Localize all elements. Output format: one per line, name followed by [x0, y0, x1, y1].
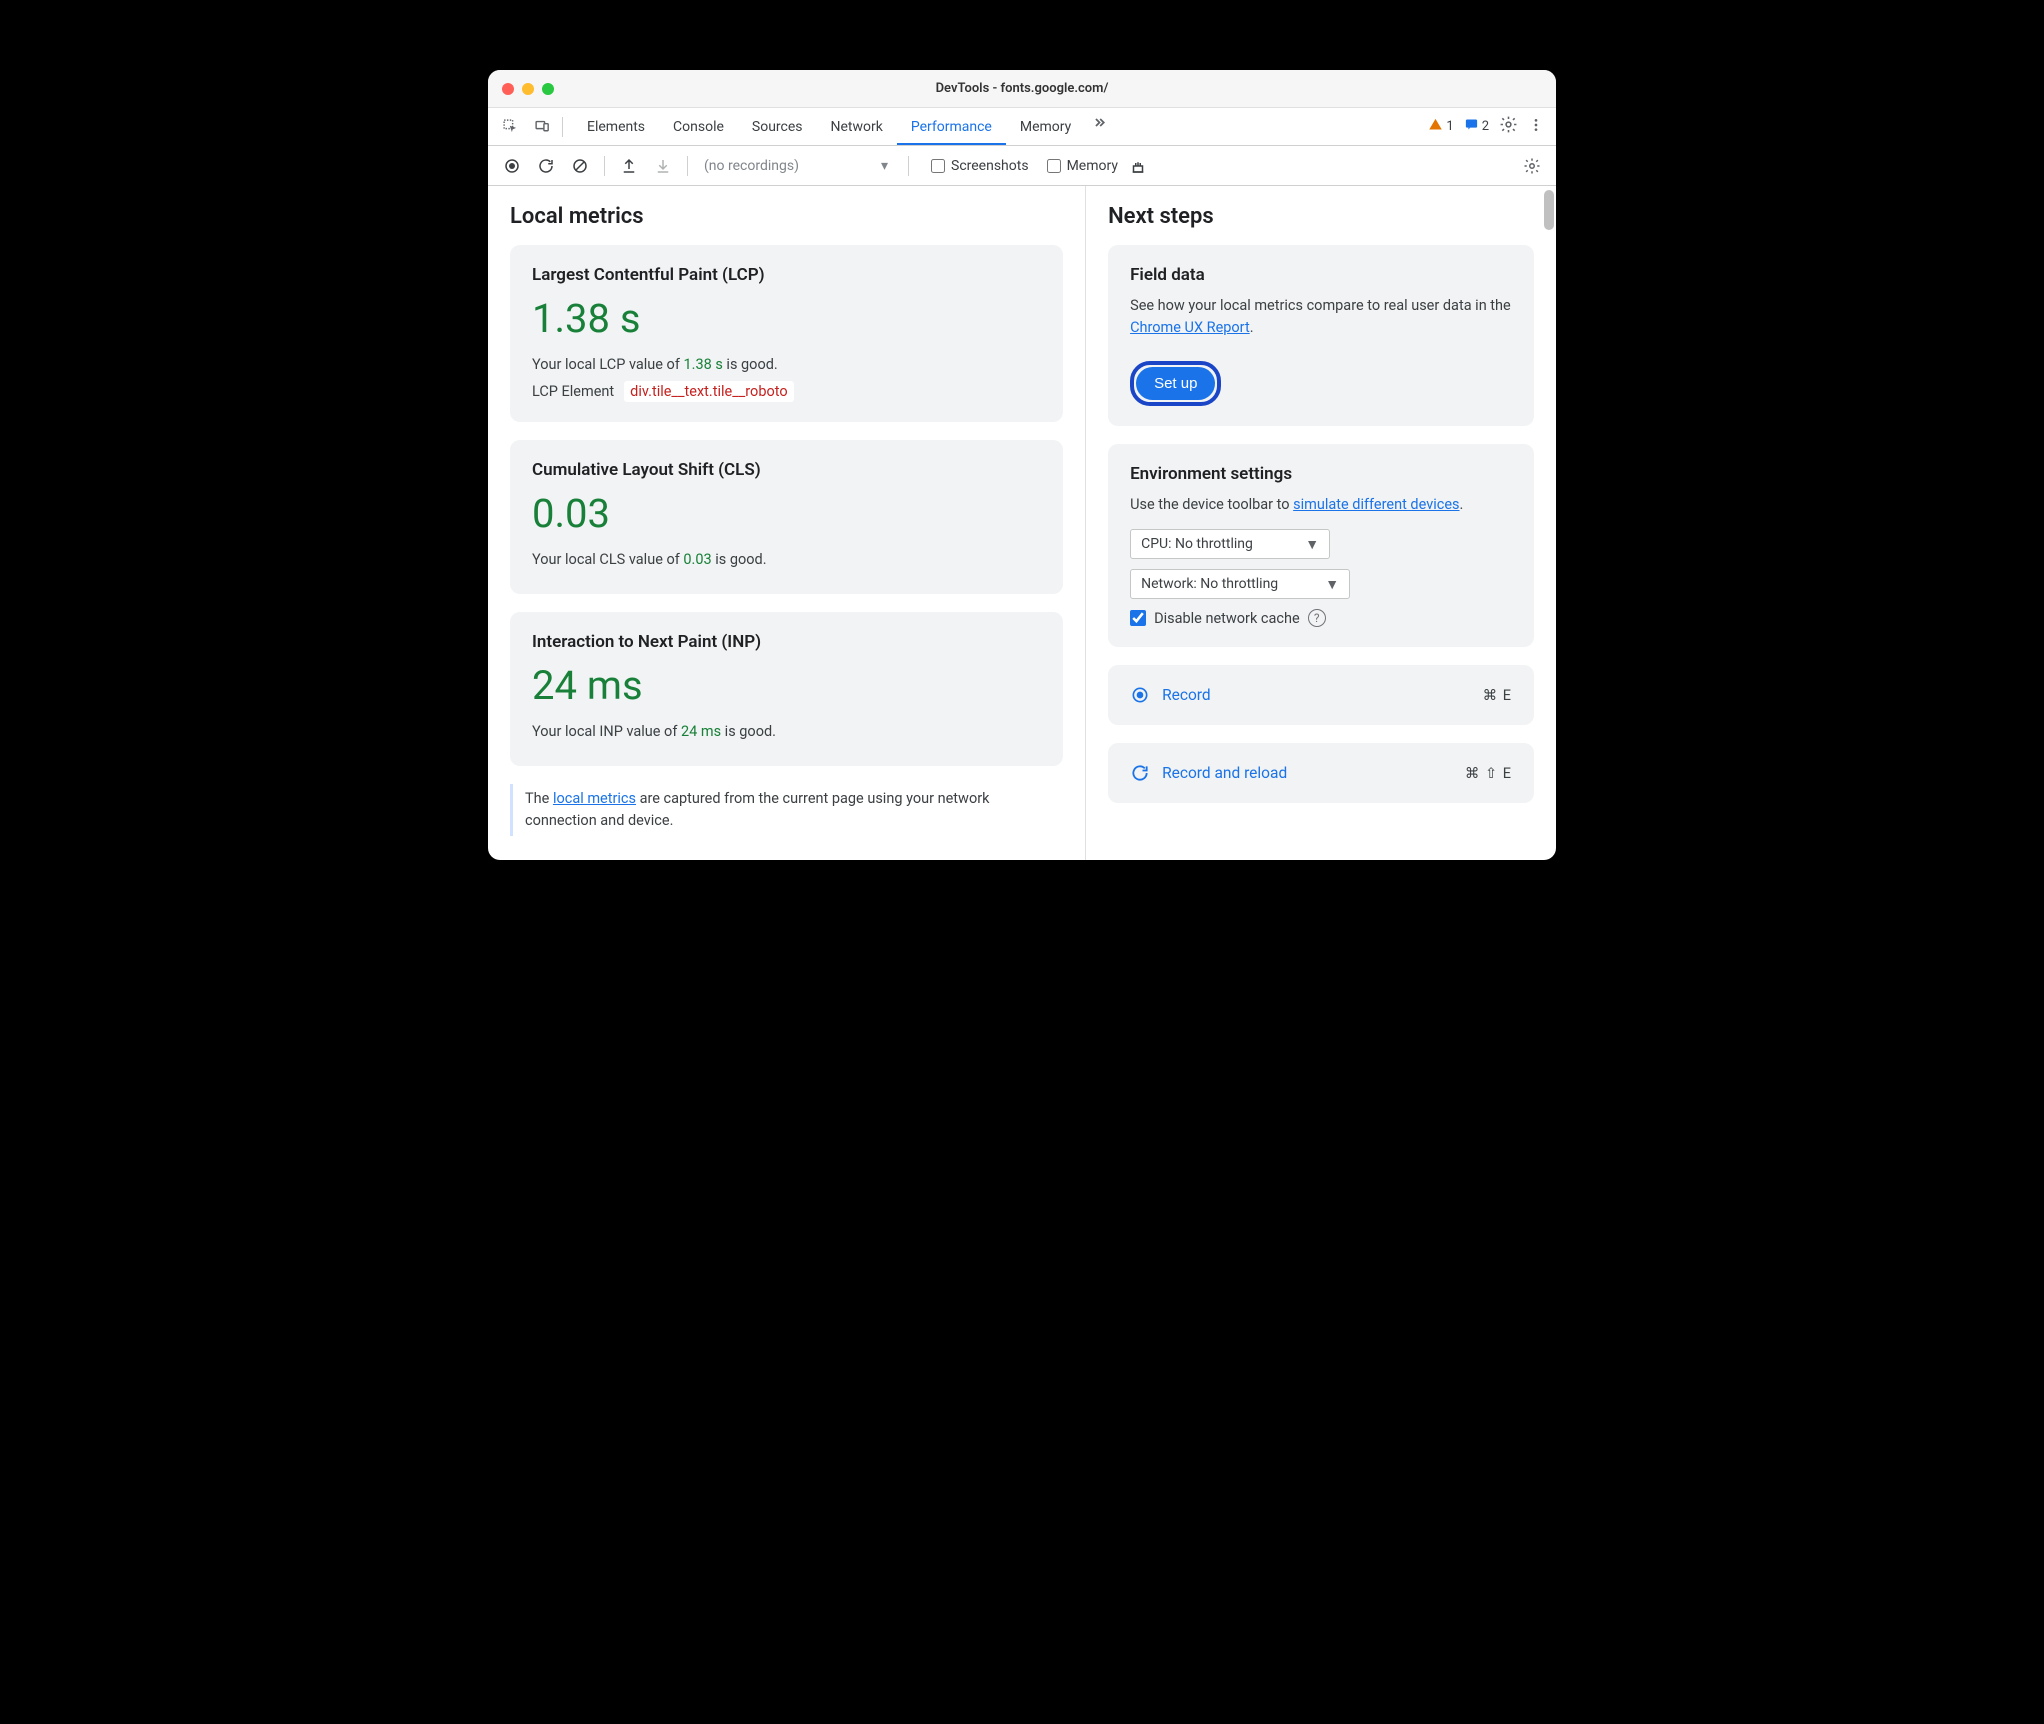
scrollbar-thumb[interactable] — [1544, 190, 1554, 230]
warnings-badge[interactable]: 1 — [1428, 117, 1453, 136]
clear-icon[interactable] — [566, 152, 594, 180]
cls-card: Cumulative Layout Shift (CLS) 0.03 Your … — [510, 440, 1063, 594]
field-data-card: Field data See how your local metrics co… — [1108, 245, 1534, 426]
next-steps-heading: Next steps — [1108, 204, 1534, 229]
device-toolbar-icon[interactable] — [528, 113, 556, 141]
panel-tabs: Elements Console Sources Network Perform… — [573, 109, 1428, 145]
lcp-title: Largest Contentful Paint (LCP) — [532, 265, 1041, 285]
field-data-description: See how your local metrics compare to re… — [1130, 295, 1512, 339]
warning-triangle-icon — [1428, 117, 1443, 136]
messages-badge[interactable]: 2 — [1464, 117, 1489, 136]
record-reload-action[interactable]: Record and reload ⌘ ⇧ E — [1108, 743, 1534, 803]
more-menu-icon[interactable] — [1528, 117, 1544, 137]
next-steps-column: Next steps Field data See how your local… — [1086, 186, 1556, 860]
disable-cache-checkbox[interactable] — [1130, 610, 1146, 626]
chevron-down-icon: ▼ — [1305, 536, 1319, 553]
record-shortcut: ⌘ E — [1483, 687, 1512, 704]
record-circle-icon — [1130, 685, 1150, 705]
cls-description: Your local CLS value of 0.03 is good. — [532, 551, 1041, 568]
environment-settings-title: Environment settings — [1130, 464, 1512, 484]
environment-settings-description: Use the device toolbar to simulate diffe… — [1130, 494, 1512, 516]
cpu-throttling-value: CPU: No throttling — [1141, 536, 1253, 552]
reload-icon[interactable] — [532, 152, 560, 180]
inp-value: 24 ms — [532, 662, 1041, 709]
garbage-collect-icon[interactable] — [1124, 152, 1152, 180]
disable-cache-label: Disable network cache — [1154, 610, 1300, 627]
lcp-element-label: LCP Element — [532, 383, 614, 400]
chevron-down-icon: ▼ — [1325, 576, 1339, 593]
lcp-value: 1.38 s — [532, 295, 1041, 342]
messages-count: 2 — [1482, 119, 1489, 134]
network-throttling-dropdown[interactable]: Network: No throttling ▼ — [1130, 569, 1350, 599]
content-area: Local metrics Largest Contentful Paint (… — [488, 186, 1556, 860]
lcp-description: Your local LCP value of 1.38 s is good. — [532, 356, 1041, 373]
inp-card: Interaction to Next Paint (INP) 24 ms Yo… — [510, 612, 1063, 766]
local-metrics-heading: Local metrics — [510, 204, 1063, 229]
inspect-element-icon[interactable] — [496, 113, 524, 141]
lcp-element-value[interactable]: div.tile__text.tile__roboto — [624, 381, 793, 402]
network-throttling-value: Network: No throttling — [1141, 576, 1278, 592]
cpu-throttling-dropdown[interactable]: CPU: No throttling ▼ — [1130, 529, 1330, 559]
memory-checkbox[interactable]: Memory — [1047, 158, 1118, 174]
chrome-ux-report-link[interactable]: Chrome UX Report — [1130, 319, 1250, 336]
message-icon — [1464, 117, 1479, 136]
local-metrics-link[interactable]: local metrics — [553, 790, 636, 807]
tab-elements[interactable]: Elements — [573, 109, 659, 145]
tab-network[interactable]: Network — [817, 109, 897, 145]
download-icon[interactable] — [649, 152, 677, 180]
inp-description: Your local INP value of 24 ms is good. — [532, 723, 1041, 740]
window-controls — [488, 83, 554, 95]
devtools-window: DevTools - fonts.google.com/ Elements Co… — [488, 70, 1556, 860]
titlebar: DevTools - fonts.google.com/ — [488, 70, 1556, 108]
recordings-dropdown-label: (no recordings) — [704, 158, 799, 174]
window-title: DevTools - fonts.google.com/ — [488, 81, 1556, 96]
close-window-button[interactable] — [502, 83, 514, 95]
memory-label: Memory — [1067, 158, 1118, 174]
setup-button[interactable]: Set up — [1136, 367, 1215, 400]
record-label: Record — [1162, 686, 1211, 704]
upload-icon[interactable] — [615, 152, 643, 180]
cls-title: Cumulative Layout Shift (CLS) — [532, 460, 1041, 480]
record-action[interactable]: Record ⌘ E — [1108, 665, 1534, 725]
local-metrics-column: Local metrics Largest Contentful Paint (… — [488, 186, 1086, 860]
more-tabs-icon[interactable] — [1085, 109, 1113, 137]
record-button-icon[interactable] — [498, 152, 526, 180]
tab-memory[interactable]: Memory — [1006, 109, 1085, 145]
minimize-window-button[interactable] — [522, 83, 534, 95]
lcp-element-row: LCP Element div.tile__text.tile__roboto — [532, 381, 1041, 402]
record-reload-shortcut: ⌘ ⇧ E — [1465, 765, 1512, 782]
simulate-devices-link[interactable]: simulate different devices — [1293, 496, 1459, 513]
warnings-count: 1 — [1446, 119, 1453, 134]
cls-value: 0.03 — [532, 490, 1041, 537]
tab-performance[interactable]: Performance — [897, 109, 1006, 145]
inp-title: Interaction to Next Paint (INP) — [532, 632, 1041, 652]
recordings-dropdown[interactable]: (no recordings) ▾ — [698, 158, 898, 174]
performance-subtoolbar: (no recordings) ▾ Screenshots Memory — [488, 146, 1556, 186]
help-icon[interactable]: ? — [1308, 609, 1326, 627]
panel-settings-gear-icon[interactable] — [1518, 152, 1546, 180]
reload-icon — [1130, 763, 1150, 783]
field-data-title: Field data — [1130, 265, 1512, 285]
chevron-down-icon: ▾ — [881, 158, 888, 174]
tab-console[interactable]: Console — [659, 109, 738, 145]
lcp-card: Largest Contentful Paint (LCP) 1.38 s Yo… — [510, 245, 1063, 422]
tab-sources[interactable]: Sources — [738, 109, 817, 145]
setup-highlight-ring: Set up — [1130, 361, 1221, 406]
maximize-window-button[interactable] — [542, 83, 554, 95]
screenshots-checkbox[interactable]: Screenshots — [931, 158, 1029, 174]
screenshots-label: Screenshots — [951, 158, 1029, 174]
settings-gear-icon[interactable] — [1499, 115, 1518, 138]
environment-settings-card: Environment settings Use the device tool… — [1108, 444, 1534, 648]
record-reload-label: Record and reload — [1162, 764, 1287, 782]
local-metrics-info: The local metrics are captured from the … — [510, 784, 1063, 836]
main-toolbar: Elements Console Sources Network Perform… — [488, 108, 1556, 146]
